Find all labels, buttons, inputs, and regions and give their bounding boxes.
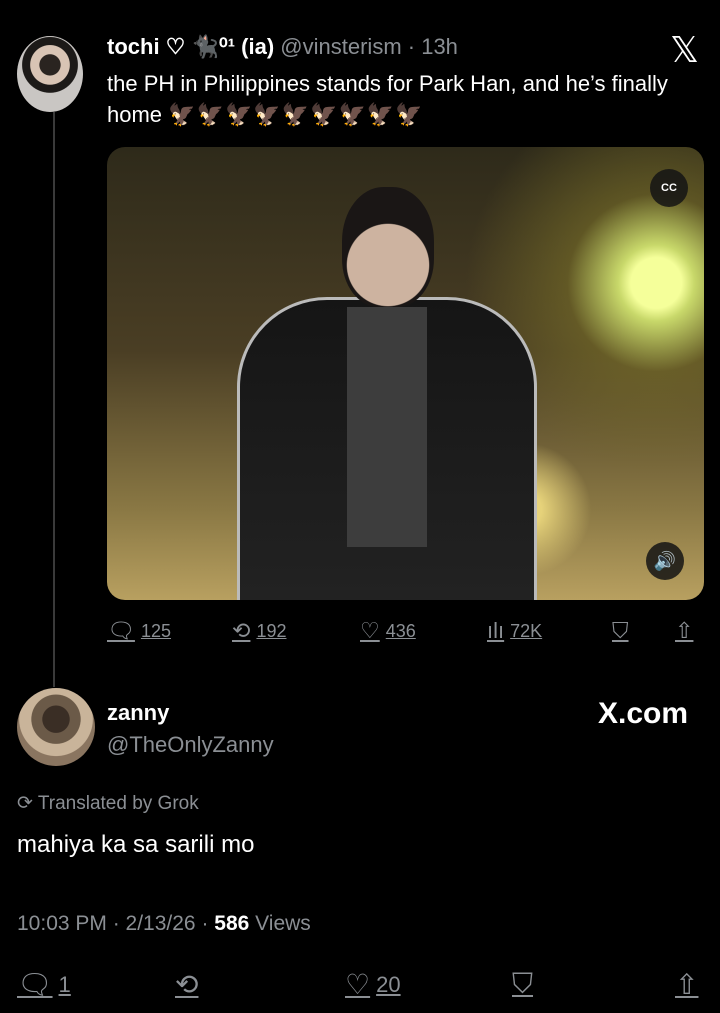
captions-button[interactable]: CC — [650, 169, 688, 207]
reply-user: zanny @TheOnlyZanny — [107, 700, 274, 758]
reply-count: 1 — [58, 971, 71, 997]
reply-actions: 🗨 1 ⟲ ♡ 20 ⛉ ⇧ — [17, 968, 703, 1004]
like-button[interactable]: ♡ 20 — [345, 968, 401, 1001]
share-icon: ⇧ — [675, 618, 694, 643]
display-name[interactable]: zanny — [107, 700, 274, 726]
like-count: 20 — [376, 971, 401, 997]
reply-button[interactable]: 🗨 1 — [17, 968, 71, 1001]
display-name[interactable]: tochi ♡ — [107, 34, 185, 59]
sound-icon[interactable]: 🔊 — [646, 542, 684, 580]
repost-icon: ⟲ — [232, 618, 251, 643]
emoji-row: 🦅🦅🦅🦅🦅🦅🦅🦅🦅 — [168, 102, 424, 127]
tweet-header: tochi ♡ 🐈‍⬛⁰¹ (ia) @vinsterism · 13h — [107, 34, 458, 60]
x-logo-icon: 𝕏 — [670, 30, 700, 71]
bookmark-button[interactable]: ⛉ — [612, 618, 629, 644]
repost-button[interactable]: ⟲ 192 — [232, 618, 286, 644]
handle[interactable]: @vinsterism — [280, 34, 401, 59]
views-count: 586 — [214, 912, 250, 935]
repost-icon: ⟲ — [175, 969, 199, 1000]
share-button[interactable]: ⇧ — [675, 618, 693, 644]
views-bars-icon: ılı — [487, 618, 505, 643]
reply-button[interactable]: 🗨 125 — [107, 618, 171, 644]
tweet-text: the PH in Philippines stands for Park Ha… — [107, 68, 707, 130]
avatar[interactable] — [17, 688, 95, 766]
views-count: 72K — [510, 620, 543, 641]
like-count: 436 — [385, 620, 416, 641]
bookmark-icon: ⛉ — [512, 968, 534, 999]
translated-label[interactable]: ⟳ Translated by Grok — [17, 792, 199, 815]
timestamp[interactable]: · 13h — [408, 34, 458, 59]
reply-count: 125 — [140, 620, 171, 641]
head — [342, 187, 434, 307]
timestamp[interactable]: 10:03 PM · 2/13/26 · — [17, 912, 214, 935]
tweet-actions: 🗨 125 ⟲ 192 ♡ 436 ılı 72K ⛉ ⇧ — [107, 618, 704, 648]
like-button[interactable]: ♡ 436 — [360, 618, 416, 644]
share-button[interactable]: ⇧ — [675, 968, 698, 1001]
views-label: Views — [249, 912, 311, 935]
heart-icon: ♡ — [345, 969, 371, 1000]
comment-icon: 🗨 — [107, 618, 135, 643]
avatar[interactable] — [17, 36, 83, 112]
repost-button[interactable]: ⟲ — [175, 968, 198, 1001]
source-label: X.com — [597, 697, 688, 730]
reply-meta: 10:03 PM · 2/13/26 · 586 Views — [17, 912, 311, 936]
reply-text: mahiya ka sa sarili mo — [17, 831, 255, 858]
video-media[interactable]: CC 🔊 — [107, 147, 704, 600]
bookmark-button[interactable]: ⛉ — [512, 968, 533, 1001]
comment-icon: 🗨 — [17, 969, 53, 1000]
handle[interactable]: @TheOnlyZanny — [107, 732, 274, 758]
share-icon: ⇧ — [675, 969, 699, 1000]
performer-figure — [237, 187, 537, 600]
shirt — [347, 307, 427, 547]
repost-count: 192 — [256, 620, 287, 641]
views-button[interactable]: ılı 72K — [487, 618, 542, 644]
bookmark-icon: ⛉ — [612, 618, 629, 643]
heart-icon: ♡ — [360, 618, 380, 643]
thread-connector-line — [53, 112, 55, 687]
name-suffix: 🐈‍⬛⁰¹ (ia) — [191, 34, 275, 59]
